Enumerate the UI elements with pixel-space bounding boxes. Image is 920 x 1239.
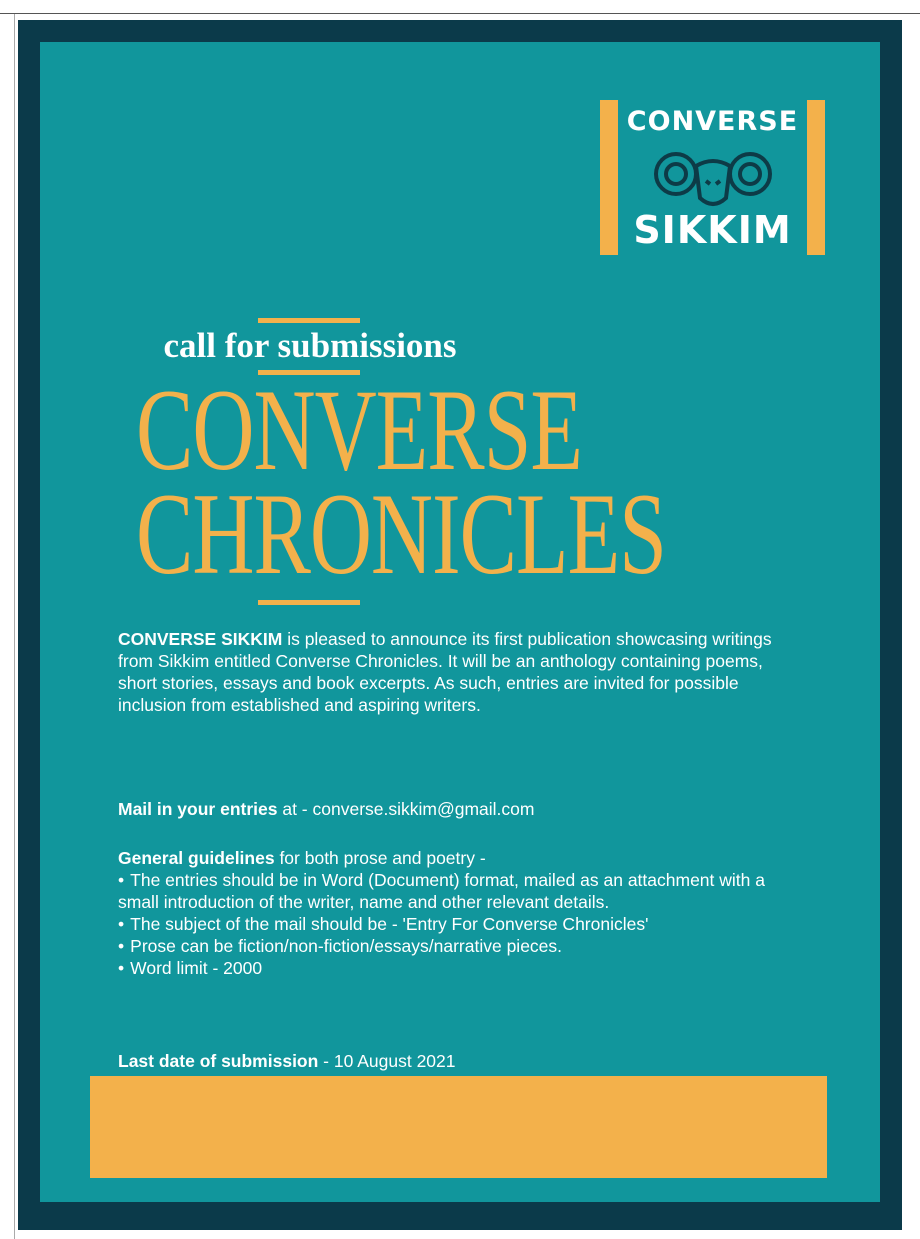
guidelines-label: General guidelines — [118, 848, 275, 868]
guidelines: General guidelines for both prose and po… — [118, 847, 798, 979]
guidelines-text: for both prose and poetry - — [274, 848, 486, 868]
mail-line: Mail in your entries at - converse.sikki… — [118, 798, 798, 820]
ram-head-icon — [654, 152, 772, 206]
deadline-line: Last date of submission - 10 August 2021 — [118, 1050, 798, 1072]
footer-band — [90, 1076, 827, 1178]
title-line2: CHRONICLES — [136, 469, 667, 599]
guideline-item: Word limit - 2000 — [118, 957, 798, 979]
guidelines-heading: General guidelines for both prose and po… — [118, 847, 798, 869]
intro-paragraph: CONVERSE SIKKIM is pleased to announce i… — [118, 628, 798, 716]
page-top-rule — [0, 0, 920, 14]
mail-label: Mail in your entries — [118, 799, 278, 819]
heading-rule-top — [258, 318, 360, 323]
submission-poster: CONVERSE SIKKIM call for submissions CON… — [18, 20, 902, 1230]
poster-panel: CONVERSE SIKKIM call for submissions CON… — [40, 42, 880, 1202]
page-left-rule — [0, 14, 15, 1239]
guideline-item: The subject of the mail should be - 'Ent… — [118, 913, 798, 935]
guideline-item: The entries should be in Word (Document)… — [118, 869, 798, 913]
intro-lead: CONVERSE SIKKIM — [118, 629, 283, 649]
converse-sikkim-logo: CONVERSE SIKKIM — [600, 100, 825, 255]
logo-inner: CONVERSE SIKKIM — [618, 100, 807, 255]
call-for-submissions: call for submissions — [163, 326, 457, 365]
logo-line1: CONVERSE — [626, 106, 799, 137]
logo-line2: SIKKIM — [633, 208, 792, 252]
guideline-item: Prose can be fiction/non-fiction/essays/… — [118, 935, 798, 957]
deadline-label: Last date of submission — [118, 1051, 319, 1071]
heading-rule-bottom — [258, 600, 360, 605]
mail-text: at - converse.sikkim@gmail.com — [277, 799, 535, 819]
deadline-text: - 10 August 2021 — [318, 1051, 456, 1071]
